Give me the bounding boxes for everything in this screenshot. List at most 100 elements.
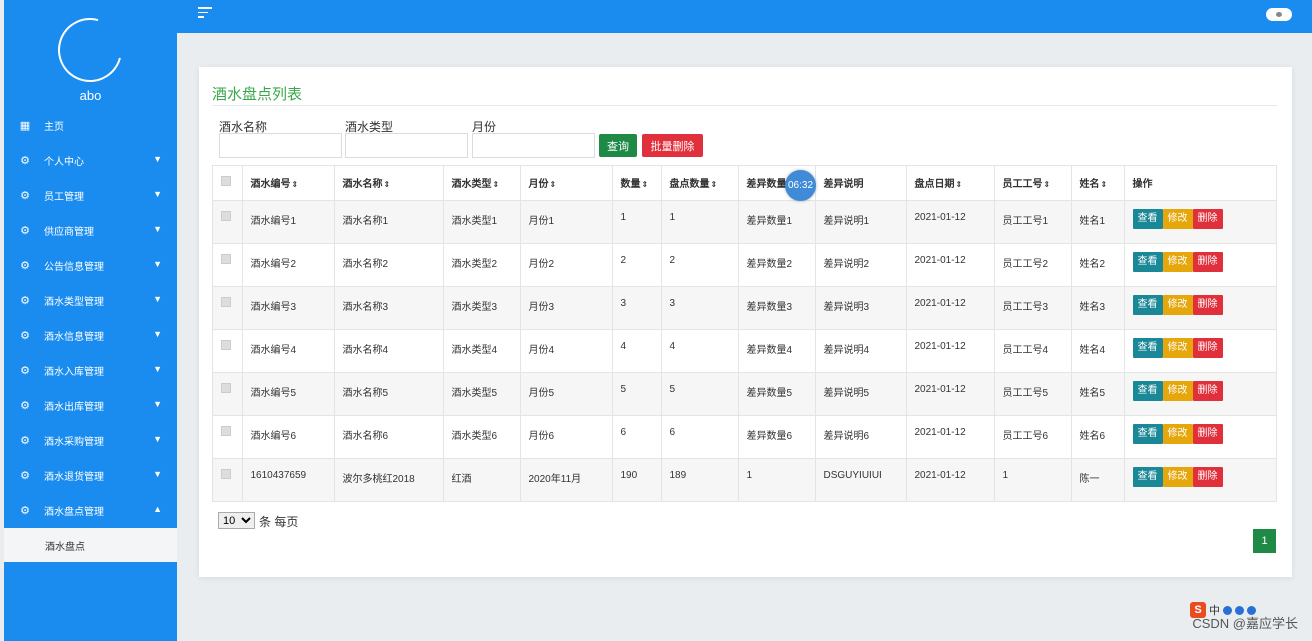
actions-cell: 查看 修改 删除 (1124, 372, 1276, 416)
filter-month-input[interactable] (472, 133, 595, 158)
delete-button[interactable]: 删除 (1192, 380, 1223, 401)
view-button[interactable]: 查看 (1132, 251, 1163, 272)
avatar[interactable] (46, 6, 134, 94)
view-button[interactable]: 查看 (1132, 208, 1163, 229)
column-header[interactable]: 月份⇕ (520, 166, 613, 201)
delete-button[interactable]: 删除 (1192, 294, 1223, 315)
sidebar-item-11[interactable]: ⚙ 酒水盘点管理 ▲ (4, 493, 177, 528)
view-button[interactable]: 查看 (1132, 423, 1163, 444)
checkbox[interactable] (221, 296, 231, 307)
column-header[interactable]: 姓名⇕ (1071, 166, 1125, 201)
delete-button[interactable]: 删除 (1192, 208, 1223, 229)
table-cell: 月份5 (520, 372, 613, 416)
gear-icon: ⚙ (20, 330, 30, 342)
sidebar-item-2[interactable]: ⚙ 员工管理 ▼ (4, 178, 177, 213)
edit-button[interactable]: 修改 (1162, 251, 1193, 272)
checkbox[interactable] (221, 382, 231, 393)
sort-icon[interactable]: ⇕ (550, 180, 557, 189)
sidebar-item-label: 酒水退货管理 (44, 472, 104, 483)
view-button[interactable]: 查看 (1132, 380, 1163, 401)
sort-icon[interactable]: ⇕ (711, 180, 718, 189)
submenu-item-inventory[interactable]: 酒水盘点 (4, 528, 177, 562)
row-select-cell[interactable] (213, 286, 243, 330)
sidebar-item-4[interactable]: ⚙ 公告信息管理 ▼ (4, 248, 177, 283)
checkbox[interactable] (221, 210, 231, 221)
sidebar-item-9[interactable]: ⚙ 酒水采购管理 ▼ (4, 423, 177, 458)
column-header[interactable]: 酒水名称⇕ (334, 166, 444, 201)
column-header[interactable]: 盘点日期⇕ (906, 166, 995, 201)
user-avatar-icon[interactable] (1266, 8, 1292, 21)
table-body: 酒水编号1 酒水名称1 酒水类型1 月份1 1 1 差异数量1 差异说明1 2021-01-12… (213, 200, 1276, 501)
row-select-cell[interactable] (213, 200, 243, 244)
pagination-page-1[interactable]: 1 (1253, 529, 1276, 553)
sidebar-item-3[interactable]: ⚙ 供应商管理 ▼ (4, 213, 177, 248)
column-header[interactable]: 酒水类型⇕ (443, 166, 521, 201)
sort-icon[interactable]: ⇕ (493, 180, 500, 189)
sort-icon[interactable]: ⇕ (1101, 180, 1108, 189)
edit-button[interactable]: 修改 (1162, 337, 1193, 358)
edit-button[interactable]: 修改 (1162, 466, 1193, 487)
table-row: 酒水编号1 酒水名称1 酒水类型1 月份1 1 1 差异数量1 差异说明1 2021-01-12… (213, 200, 1276, 244)
search-button[interactable]: 查询 (599, 134, 637, 157)
gear-icon: ⚙ (20, 365, 30, 377)
sidebar-item-1[interactable]: ⚙ 个人中心 ▼ (4, 143, 177, 178)
header-select-all[interactable] (213, 166, 243, 201)
view-button[interactable]: 查看 (1132, 337, 1163, 358)
sidebar-item-7[interactable]: ⚙ 酒水入库管理 ▼ (4, 353, 177, 388)
hamburger-menu-icon[interactable] (198, 7, 212, 21)
edit-button[interactable]: 修改 (1162, 380, 1193, 401)
column-header[interactable]: 数量⇕ (612, 166, 662, 201)
delete-button[interactable]: 删除 (1192, 423, 1223, 444)
edit-button[interactable]: 修改 (1162, 294, 1193, 315)
sidebar-item-5[interactable]: ⚙ 酒水类型管理 ▼ (4, 283, 177, 318)
row-select-cell[interactable] (213, 415, 243, 459)
delete-button[interactable]: 删除 (1192, 251, 1223, 272)
delete-button[interactable]: 删除 (1192, 466, 1223, 487)
table-cell: 差异数量1 (738, 200, 816, 244)
table-cell: 酒水类型5 (443, 372, 521, 416)
sidebar-item-label: 酒水类型管理 (44, 297, 104, 308)
gear-icon: ⚙ (20, 225, 30, 237)
sort-icon[interactable]: ⇕ (1044, 180, 1051, 189)
checkbox[interactable] (221, 176, 231, 187)
row-select-cell[interactable] (213, 458, 243, 501)
sidebar-item-8[interactable]: ⚙ 酒水出库管理 ▼ (4, 388, 177, 423)
checkbox[interactable] (221, 339, 231, 350)
column-header[interactable]: 盘点数量⇕ (661, 166, 739, 201)
row-select-cell[interactable] (213, 329, 243, 373)
sidebar-item-0[interactable]: ▦ 主页 (4, 108, 177, 143)
table-cell: 2021-01-12 (906, 329, 995, 373)
table-cell: 陈一 (1071, 458, 1125, 501)
table-cell: 酒水编号5 (242, 372, 335, 416)
view-button[interactable]: 查看 (1132, 294, 1163, 315)
view-button[interactable]: 查看 (1132, 466, 1163, 487)
page-size-select[interactable]: 10 (218, 512, 255, 529)
checkbox[interactable] (221, 468, 231, 479)
chevron-down-icon: ▼ (153, 154, 162, 164)
gear-icon: ⚙ (20, 155, 30, 167)
sort-icon[interactable]: ⇕ (384, 180, 391, 189)
column-header[interactable]: 员工工号⇕ (994, 166, 1072, 201)
row-select-cell[interactable] (213, 372, 243, 416)
row-select-cell[interactable] (213, 243, 243, 287)
filter-type-input[interactable] (345, 133, 468, 158)
sidebar-item-10[interactable]: ⚙ 酒水退货管理 ▼ (4, 458, 177, 493)
column-header: 操作 (1124, 166, 1276, 201)
column-header[interactable]: 酒水编号⇕ (242, 166, 335, 201)
sort-icon[interactable]: ⇕ (956, 180, 963, 189)
checkbox[interactable] (221, 425, 231, 436)
checkbox[interactable] (221, 253, 231, 264)
delete-button[interactable]: 删除 (1192, 337, 1223, 358)
table-cell: 2021-01-12 (906, 200, 995, 244)
sidebar-menu: ▦ 主页 ⚙ 个人中心 ▼ ⚙ 员工管理 ▼ ⚙ 供应商管理 ▼ ⚙ 公告信息管理 ▼ ⚙ 酒水类型管理 ▼ ⚙ 酒… (4, 108, 177, 562)
table-cell: 酒水类型6 (443, 415, 521, 459)
timer-badge[interactable]: 06:32 (785, 170, 816, 201)
edit-button[interactable]: 修改 (1162, 208, 1193, 229)
batch-delete-button[interactable]: 批量删除 (642, 134, 703, 157)
table-cell: 酒水类型4 (443, 329, 521, 373)
filter-name-input[interactable] (219, 133, 342, 158)
sort-icon[interactable]: ⇕ (642, 180, 649, 189)
edit-button[interactable]: 修改 (1162, 423, 1193, 444)
sidebar-item-6[interactable]: ⚙ 酒水信息管理 ▼ (4, 318, 177, 353)
sort-icon[interactable]: ⇕ (292, 180, 299, 189)
